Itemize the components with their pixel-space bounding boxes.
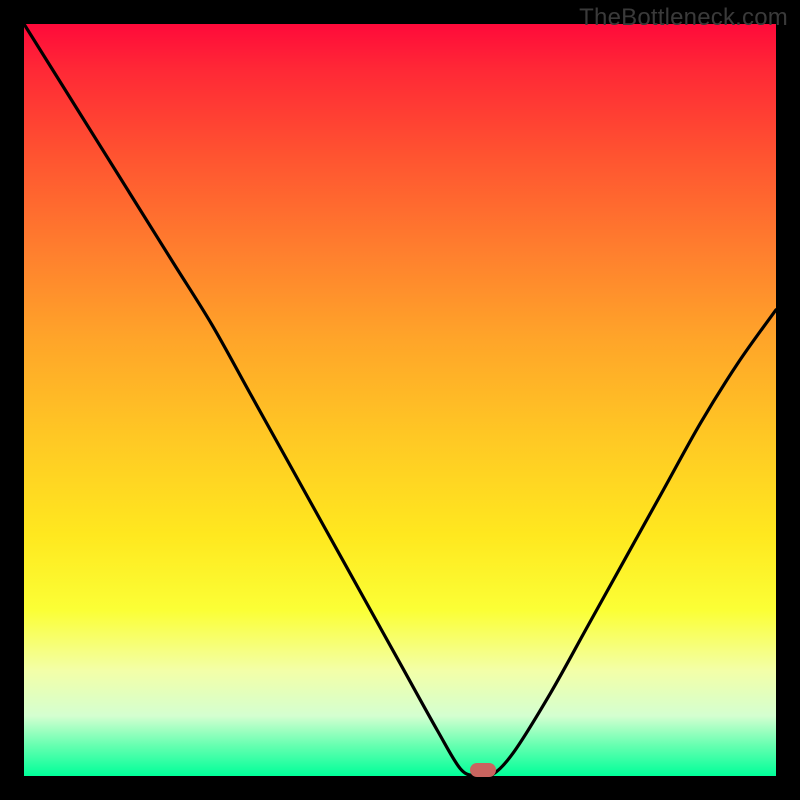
watermark-text: TheBottleneck.com — [579, 4, 788, 32]
optimal-point-marker — [470, 763, 496, 777]
bottleneck-curve — [24, 24, 776, 776]
chart-frame: TheBottleneck.com — [0, 0, 800, 800]
